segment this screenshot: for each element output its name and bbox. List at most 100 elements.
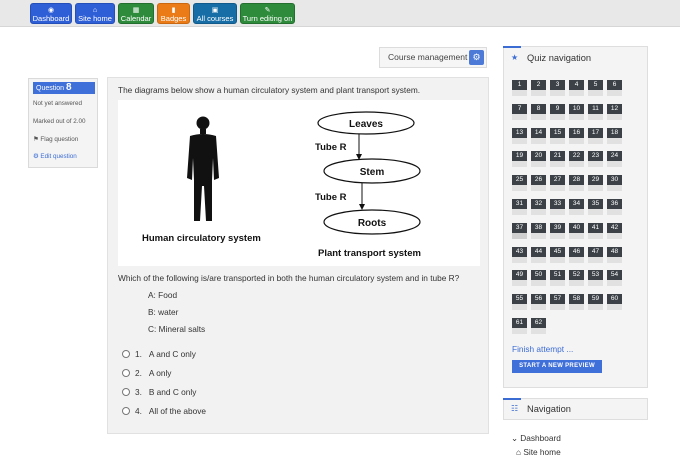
question-nav-button[interactable]: 57 bbox=[550, 294, 565, 311]
question-nav-button[interactable]: 14 bbox=[531, 127, 546, 144]
answer-option-4[interactable]: 4. All of the above bbox=[135, 406, 206, 416]
question-nav-number: 20 bbox=[531, 151, 546, 162]
question-nav-number: 9 bbox=[550, 103, 565, 114]
question-nav-number: 28 bbox=[569, 175, 584, 186]
question-nav-button[interactable]: 4 bbox=[569, 80, 584, 96]
question-nav-button[interactable]: 59 bbox=[588, 294, 603, 311]
answer-radio-3[interactable] bbox=[122, 388, 130, 396]
question-nav-button[interactable]: 15 bbox=[550, 127, 565, 144]
question-nav-button[interactable]: 28 bbox=[569, 175, 584, 192]
question-nav-button[interactable]: 7 bbox=[512, 103, 527, 120]
question-nav-button[interactable]: 24 bbox=[607, 151, 622, 168]
question-nav-button[interactable]: 25 bbox=[512, 175, 527, 192]
answer-option-3[interactable]: 3. B and C only bbox=[135, 387, 196, 397]
question-nav-button[interactable]: 8 bbox=[531, 103, 546, 120]
question-nav-number: 13 bbox=[512, 127, 527, 138]
question-nav-button[interactable]: 58 bbox=[569, 294, 584, 311]
question-nav-button[interactable]: 23 bbox=[588, 151, 603, 168]
badges-button[interactable]: ▮ Badges bbox=[157, 3, 190, 24]
question-nav-number: 58 bbox=[569, 294, 584, 305]
question-nav-button[interactable]: 1 bbox=[512, 80, 527, 96]
question-nav-button[interactable]: 11 bbox=[588, 103, 603, 120]
answer-radio-4[interactable] bbox=[122, 407, 130, 415]
question-nav-number: 34 bbox=[569, 199, 584, 209]
question-content: The diagrams below show a human circulat… bbox=[107, 77, 489, 434]
dashboard-button[interactable]: ◉ Dashboard bbox=[30, 3, 72, 24]
question-nav-button[interactable]: 13 bbox=[512, 127, 527, 144]
finish-attempt-link[interactable]: Finish attempt ... bbox=[512, 344, 573, 354]
question-nav-button[interactable]: 51 bbox=[550, 270, 565, 287]
question-nav-button[interactable]: 20 bbox=[531, 151, 546, 168]
question-nav-number: 39 bbox=[550, 222, 565, 233]
question-nav-button[interactable]: 33 bbox=[550, 199, 565, 215]
question-nav-button[interactable]: 54 bbox=[607, 270, 622, 287]
question-nav-number: 16 bbox=[569, 127, 584, 138]
question-stem: Which of the following is/are transporte… bbox=[118, 273, 460, 283]
question-nav-button[interactable]: 40 bbox=[569, 222, 584, 239]
question-nav-number: 51 bbox=[550, 270, 565, 281]
question-nav-button[interactable]: 45 bbox=[550, 246, 565, 263]
question-nav-button[interactable]: 5 bbox=[588, 80, 603, 96]
question-nav-button[interactable]: 52 bbox=[569, 270, 584, 287]
answer-option-2[interactable]: 2. A only bbox=[135, 368, 171, 378]
question-nav-button[interactable]: 22 bbox=[569, 151, 584, 168]
question-nav-button[interactable]: 41 bbox=[588, 222, 603, 239]
question-nav-button[interactable]: 9 bbox=[550, 103, 565, 120]
question-nav-button[interactable]: 56 bbox=[531, 294, 546, 311]
answer-radio-2[interactable] bbox=[122, 369, 130, 377]
question-nav-button[interactable]: 48 bbox=[607, 246, 622, 263]
question-nav-button[interactable]: 19 bbox=[512, 151, 527, 168]
gear-icon: ⚙ bbox=[33, 153, 39, 160]
edit-question-link[interactable]: ⚙ Edit question bbox=[33, 153, 77, 160]
question-nav-button[interactable]: 38 bbox=[531, 222, 546, 239]
question-nav-button[interactable]: 49 bbox=[512, 270, 527, 287]
question-nav-button[interactable]: 3 bbox=[550, 80, 565, 96]
question-nav-button[interactable]: 18 bbox=[607, 127, 622, 144]
start-new-preview-button[interactable]: START A NEW PREVIEW bbox=[512, 360, 602, 373]
nav-item-dashboard[interactable]: ⌄ Dashboard bbox=[511, 433, 561, 443]
question-nav-number: 17 bbox=[588, 127, 603, 138]
question-nav-button[interactable]: 30 bbox=[607, 175, 622, 192]
turn-editing-on-button[interactable]: ✎ Turn editing on bbox=[240, 3, 295, 24]
question-nav-button[interactable]: 16 bbox=[569, 127, 584, 144]
question-nav-button[interactable]: 61 bbox=[512, 318, 527, 334]
question-nav-button[interactable]: 2 bbox=[531, 80, 546, 96]
question-nav-button[interactable]: 42 bbox=[607, 222, 622, 239]
question-nav-button[interactable]: 6 bbox=[607, 80, 622, 96]
question-nav-button[interactable]: 26 bbox=[531, 175, 546, 192]
question-nav-button[interactable]: 29 bbox=[588, 175, 603, 192]
question-nav-button[interactable]: 21 bbox=[550, 151, 565, 168]
question-nav-button[interactable]: 17 bbox=[588, 127, 603, 144]
calendar-button[interactable]: ▦ Calendar bbox=[118, 3, 154, 24]
question-nav-button[interactable]: 62 bbox=[531, 318, 546, 334]
question-nav-number: 62 bbox=[531, 318, 546, 328]
site-home-button[interactable]: ⌂ Site home bbox=[75, 3, 115, 24]
nav-item-site-home[interactable]: ⌂ Site home bbox=[516, 447, 561, 457]
question-nav-button[interactable]: 32 bbox=[531, 199, 546, 215]
question-nav-button[interactable]: 43 bbox=[512, 246, 527, 263]
question-nav-button[interactable]: 36 bbox=[607, 199, 622, 215]
all-courses-button[interactable]: ▣ All courses bbox=[193, 3, 237, 24]
question-nav-number: 42 bbox=[607, 222, 622, 233]
question-nav-button[interactable]: 46 bbox=[569, 246, 584, 263]
question-nav-button[interactable]: 50 bbox=[531, 270, 546, 287]
question-nav-button[interactable]: 39 bbox=[550, 222, 565, 239]
question-nav-button[interactable]: 10 bbox=[569, 103, 584, 120]
question-nav-button[interactable]: 55 bbox=[512, 294, 527, 311]
course-management-button[interactable]: Course management ⚙ bbox=[379, 47, 487, 68]
question-nav-number: 30 bbox=[607, 175, 622, 186]
question-nav-button[interactable]: 53 bbox=[588, 270, 603, 287]
question-nav-button[interactable]: 34 bbox=[569, 199, 584, 215]
flag-question-link[interactable]: ⚑ Flag question bbox=[33, 136, 78, 143]
question-nav-button[interactable]: 60 bbox=[607, 294, 622, 311]
question-nav-button[interactable]: 47 bbox=[588, 246, 603, 263]
question-nav-button[interactable]: 31 bbox=[512, 199, 527, 215]
question-nav-button[interactable]: 37 bbox=[512, 222, 527, 239]
gear-icon[interactable]: ⚙ bbox=[469, 50, 484, 65]
answer-option-1[interactable]: 1. A and C only bbox=[135, 349, 196, 359]
question-nav-button[interactable]: 12 bbox=[607, 103, 622, 120]
question-nav-button[interactable]: 44 bbox=[531, 246, 546, 263]
question-nav-button[interactable]: 35 bbox=[588, 199, 603, 215]
question-nav-button[interactable]: 27 bbox=[550, 175, 565, 192]
answer-radio-1[interactable] bbox=[122, 350, 130, 358]
